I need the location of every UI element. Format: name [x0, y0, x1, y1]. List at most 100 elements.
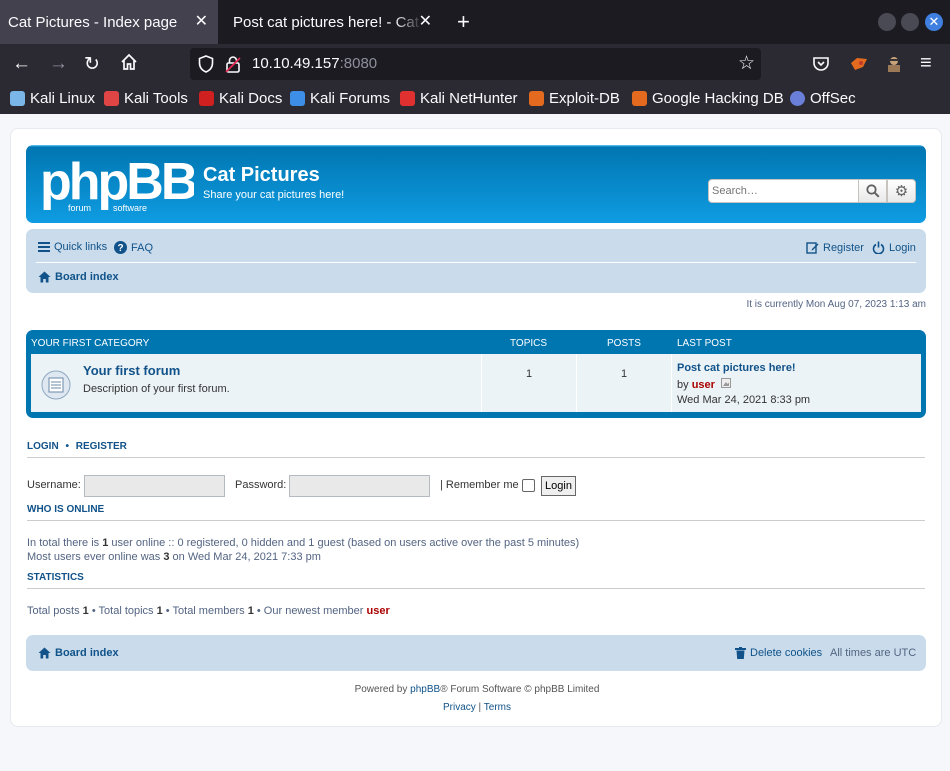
menu-icon[interactable]: ≡	[920, 52, 932, 75]
footer-board-index-link[interactable]: Board index	[38, 647, 119, 659]
logo-sub-left: forum	[68, 203, 91, 213]
shield-icon[interactable]	[198, 55, 214, 78]
bookmark-kali-nethunter[interactable]: Kali NetHunter	[400, 90, 518, 107]
posts-count: 1	[620, 368, 628, 380]
remember-me-label: | Remember me	[440, 479, 519, 491]
bookmark-exploit-db[interactable]: Exploit-DB	[529, 90, 620, 107]
login-link[interactable]: Login	[872, 241, 916, 254]
bookmark-star-icon[interactable]: ☆	[738, 52, 755, 75]
topics-count: 1	[525, 368, 533, 380]
bookmark-kali-docs[interactable]: Kali Docs	[199, 90, 282, 107]
bookmark-label: OffSec	[810, 90, 856, 107]
bookmark-label: Kali Tools	[124, 90, 188, 107]
browser-nav-bar: ← → ↻ 10.10.49.157:8080 ☆ ≡	[0, 44, 950, 86]
text-part: In total there is	[27, 537, 103, 549]
bookmark-label: Kali Forums	[310, 90, 391, 107]
reload-icon[interactable]: ↻	[84, 53, 100, 76]
who-is-online-header[interactable]: WHO IS ONLINE	[27, 504, 104, 515]
statistics-text: Total posts 1 • Total topics 1 • Total m…	[27, 605, 390, 617]
bookmark-kali-forums[interactable]: Kali Forums	[290, 90, 390, 107]
login-button[interactable]: Login	[541, 476, 576, 496]
search-button[interactable]	[858, 179, 887, 203]
quick-links-link[interactable]: Quick links	[38, 241, 107, 253]
bookmark-offsec[interactable]: OffSec	[790, 90, 856, 107]
navbar-divider	[36, 262, 916, 263]
power-icon	[872, 241, 885, 254]
login-label: Login	[889, 241, 916, 254]
back-arrow-icon[interactable]: ←	[12, 53, 31, 75]
password-input[interactable]	[289, 475, 430, 497]
forum-row: Your first forum Description of your fir…	[31, 354, 921, 412]
forward-arrow-icon[interactable]: →	[49, 53, 68, 75]
register-link[interactable]: Register	[806, 241, 864, 254]
newest-member-link[interactable]: user	[367, 605, 390, 617]
tab-title: Post cat pictures here! - Cat Pictures	[233, 13, 423, 31]
category-name[interactable]: YOUR FIRST CATEGORY	[31, 338, 149, 349]
question-circle-icon: ?	[114, 241, 127, 254]
board-index-label: Board index	[55, 647, 119, 659]
phpbb-logo[interactable]: phpBB forum software	[40, 153, 200, 215]
address-bar[interactable]: 10.10.49.157:8080 ☆	[190, 48, 761, 80]
remember-me-checkbox[interactable]	[522, 479, 535, 492]
forum-description: Description of your first forum.	[83, 383, 230, 395]
kali-docs-icon	[199, 91, 214, 106]
phpbb-link[interactable]: phpBB	[410, 684, 440, 695]
advanced-search-button[interactable]: ⚙	[887, 179, 916, 203]
password-label: Password:	[235, 479, 287, 491]
section-divider	[27, 457, 925, 458]
url-port: :8080	[339, 55, 378, 72]
text-part: Most users ever online was	[27, 551, 164, 563]
powered-by: Powered by phpBB® Forum Software © phpBB…	[11, 684, 943, 695]
extension-agent-icon[interactable]	[885, 55, 903, 78]
terms-link[interactable]: Terms	[484, 702, 511, 713]
insecure-lock-icon[interactable]	[225, 55, 241, 78]
timezone-text: All times are UTC	[830, 647, 917, 659]
kali-forums-icon	[290, 91, 305, 106]
foxyproxy-icon[interactable]	[849, 55, 869, 78]
new-tab-icon[interactable]: +	[457, 9, 470, 35]
register-header-link[interactable]: REGISTER	[76, 441, 127, 452]
privacy-link[interactable]: Privacy	[443, 702, 476, 713]
site-title[interactable]: Cat Pictures	[203, 164, 320, 187]
delete-cookies-link[interactable]: Delete cookies	[735, 647, 822, 659]
google-hacking-db-icon	[632, 91, 647, 106]
view-latest-post-icon[interactable]	[721, 378, 731, 388]
search-input[interactable]	[708, 179, 859, 203]
pocket-icon[interactable]	[812, 55, 830, 78]
search-box: ⚙	[708, 179, 917, 203]
login-header-link[interactable]: LOGIN	[27, 441, 59, 452]
faq-link[interactable]: ? FAQ	[114, 241, 153, 254]
forum-navbar: Quick links ? FAQ Register Login Board i…	[26, 229, 926, 293]
bookmark-kali-linux[interactable]: Kali Linux	[10, 90, 95, 107]
section-divider	[27, 520, 925, 521]
tab-index-page[interactable]: Cat Pictures - Index page ✕	[0, 0, 218, 44]
edit-icon	[806, 242, 819, 254]
close-window-button[interactable]: ✕	[925, 13, 943, 31]
bookmark-google-hacking-db[interactable]: Google Hacking DB	[632, 90, 784, 107]
forum-header: phpBB forum software Cat Pictures Share …	[26, 145, 926, 223]
last-post-column-header: LAST POST	[677, 338, 732, 349]
close-tab-icon[interactable]: ✕	[195, 11, 208, 31]
bookmarks-bar: Kali Linux Kali Tools Kali Docs Kali For…	[0, 86, 950, 114]
kali-nethunter-icon	[400, 91, 415, 106]
site-description: Share your cat pictures here!	[203, 189, 345, 201]
url-text: 10.10.49.157:8080	[252, 55, 377, 72]
home-icon[interactable]	[120, 53, 138, 77]
home-icon	[38, 647, 51, 659]
minimize-window-button[interactable]	[878, 13, 896, 31]
column-divider	[671, 354, 672, 412]
home-icon	[38, 271, 51, 283]
maximize-window-button[interactable]	[901, 13, 919, 31]
text-part: Powered by	[354, 684, 411, 695]
privacy-terms: Privacy | Terms	[11, 702, 943, 713]
close-tab-icon[interactable]: ✕	[419, 11, 432, 31]
username-input[interactable]	[84, 475, 225, 497]
bookmark-kali-tools[interactable]: Kali Tools	[104, 90, 188, 107]
tab-post-cat-pictures[interactable]: Post cat pictures here! - Cat Pictures ✕	[222, 0, 442, 44]
forum-name-link[interactable]: Your first forum	[83, 363, 180, 378]
last-post-title-link[interactable]: Post cat pictures here!	[677, 362, 796, 374]
last-post-user-link[interactable]: user	[692, 379, 715, 391]
bookmark-label: Kali Linux	[30, 90, 96, 107]
forum-read-icon	[41, 370, 71, 400]
breadcrumb-board-index[interactable]: Board index	[38, 271, 119, 283]
